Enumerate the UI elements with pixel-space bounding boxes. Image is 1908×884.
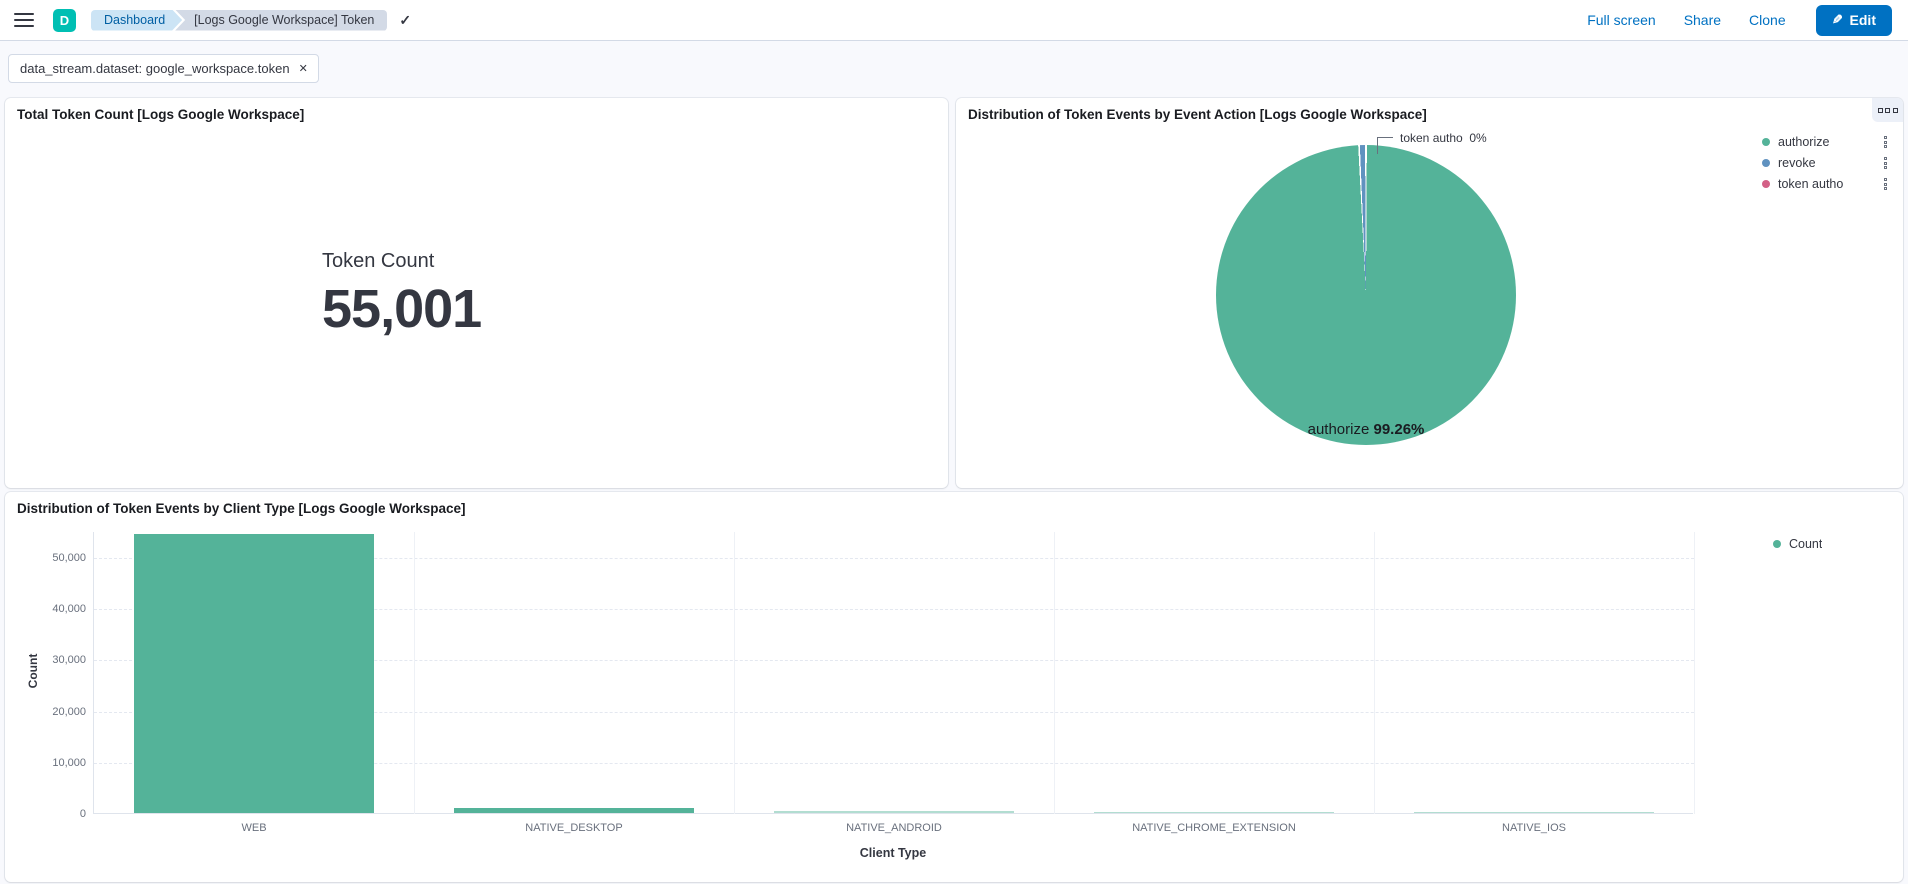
panel-options-button[interactable] [1872, 98, 1903, 122]
top-header: D Dashboard [Logs Google Workspace] Toke… [0, 0, 1908, 41]
panel-title: Distribution of Token Events by Client T… [5, 492, 1903, 516]
bar-native_android[interactable] [774, 811, 1014, 813]
legend-color-dot [1762, 159, 1770, 167]
legend-color-dot [1773, 540, 1781, 548]
bar-native_chrome_extension[interactable] [1094, 812, 1334, 813]
gridline-vertical [1694, 532, 1695, 814]
check-icon: ✓ [399, 12, 411, 29]
header-actions: Full screen Share Clone ✎ Edit [1587, 5, 1892, 36]
legend-label: token autho [1778, 177, 1875, 191]
metric: Token Count 55,001 [322, 250, 481, 336]
metric-value: 55,001 [322, 282, 481, 336]
legend-label: authorize [1778, 135, 1875, 149]
x-axis-title: Client Type [93, 846, 1693, 860]
y-tick-label: 50,000 [30, 552, 86, 564]
panel-event-action-pie: Distribution of Token Events by Event Ac… [956, 98, 1903, 488]
bar-native_ios[interactable] [1414, 812, 1654, 813]
bar-web[interactable] [134, 534, 374, 813]
legend-item-token-autho[interactable]: token autho [1762, 176, 1888, 192]
pencil-icon: ✎ [1832, 12, 1843, 28]
clone-link[interactable]: Clone [1749, 12, 1786, 28]
x-tick-label: NATIVE_DESKTOP [414, 822, 734, 834]
y-tick-label: 0 [30, 808, 86, 820]
pie-slice-label-token-autho: token autho 0% [1400, 131, 1487, 145]
header-left: D Dashboard [Logs Google Workspace] Toke… [14, 9, 411, 32]
legend-actions-icon[interactable] [1883, 177, 1888, 191]
pie-callout-line [1377, 137, 1378, 154]
slice-name: authorize [1308, 421, 1370, 438]
legend-label: Count [1789, 537, 1822, 551]
breadcrumb-dashboard[interactable]: Dashboard [91, 10, 182, 31]
x-tick-label: NATIVE_ANDROID [734, 822, 1054, 834]
breadcrumb-current-dashboard[interactable]: [Logs Google Workspace] Token [175, 10, 387, 31]
pie-legend: authorize revoke token autho [1762, 134, 1888, 192]
gridline-vertical [1374, 532, 1375, 814]
filter-pill-label: data_stream.dataset: google_workspace.to… [20, 61, 290, 76]
legend-label: revoke [1778, 156, 1875, 170]
filter-pill[interactable]: data_stream.dataset: google_workspace.to… [8, 54, 319, 83]
panel-total-token-count: Total Token Count [Logs Google Workspace… [5, 98, 948, 488]
y-tick-label: 10,000 [30, 757, 86, 769]
x-tick-label: WEB [94, 822, 414, 834]
x-tick-label: NATIVE_CHROME_EXTENSION [1054, 822, 1374, 834]
bar-chart[interactable]: 010,00020,00030,00040,00050,000WEBNATIVE… [93, 532, 1693, 814]
bar-legend: Count [1773, 536, 1822, 552]
panel-title: Distribution of Token Events by Event Ac… [956, 98, 1903, 122]
y-tick-label: 40,000 [30, 603, 86, 615]
legend-color-dot [1762, 180, 1770, 188]
slice-percent: 99.26% [1374, 421, 1425, 438]
pie-slice-label-authorize: authorize 99.26% [1216, 421, 1516, 438]
legend-actions-icon[interactable] [1883, 156, 1888, 170]
gridline-vertical [734, 532, 735, 814]
menu-icon[interactable] [14, 13, 34, 28]
legend-item-authorize[interactable]: authorize [1762, 134, 1888, 150]
metric-label: Token Count [322, 250, 481, 273]
y-tick-label: 20,000 [30, 706, 86, 718]
legend-item-count[interactable]: Count [1773, 536, 1822, 552]
breadcrumb: Dashboard [Logs Google Workspace] Token [91, 10, 387, 31]
legend-actions-icon[interactable] [1883, 135, 1888, 149]
full-screen-link[interactable]: Full screen [1587, 12, 1655, 28]
y-tick-label: 30,000 [30, 654, 86, 666]
bar-native_desktop[interactable] [454, 808, 694, 813]
edit-button[interactable]: ✎ Edit [1816, 5, 1892, 36]
remove-filter-icon[interactable]: ✕ [299, 62, 308, 75]
x-tick-label: NATIVE_IOS [1374, 822, 1694, 834]
edit-button-label: Edit [1850, 12, 1876, 28]
panel-client-type-bar: Distribution of Token Events by Client T… [5, 492, 1903, 882]
gridline-vertical [414, 532, 415, 814]
pie-chart[interactable] [1216, 145, 1516, 445]
filter-bar: data_stream.dataset: google_workspace.to… [0, 41, 1908, 93]
y-axis-title: Count [26, 641, 40, 701]
share-link[interactable]: Share [1684, 12, 1721, 28]
panel-title: Total Token Count [Logs Google Workspace… [5, 98, 948, 122]
gridline-vertical [1054, 532, 1055, 814]
space-avatar[interactable]: D [53, 9, 76, 32]
legend-color-dot [1762, 138, 1770, 146]
pie-callout-line [1377, 137, 1393, 138]
legend-item-revoke[interactable]: revoke [1762, 155, 1888, 171]
